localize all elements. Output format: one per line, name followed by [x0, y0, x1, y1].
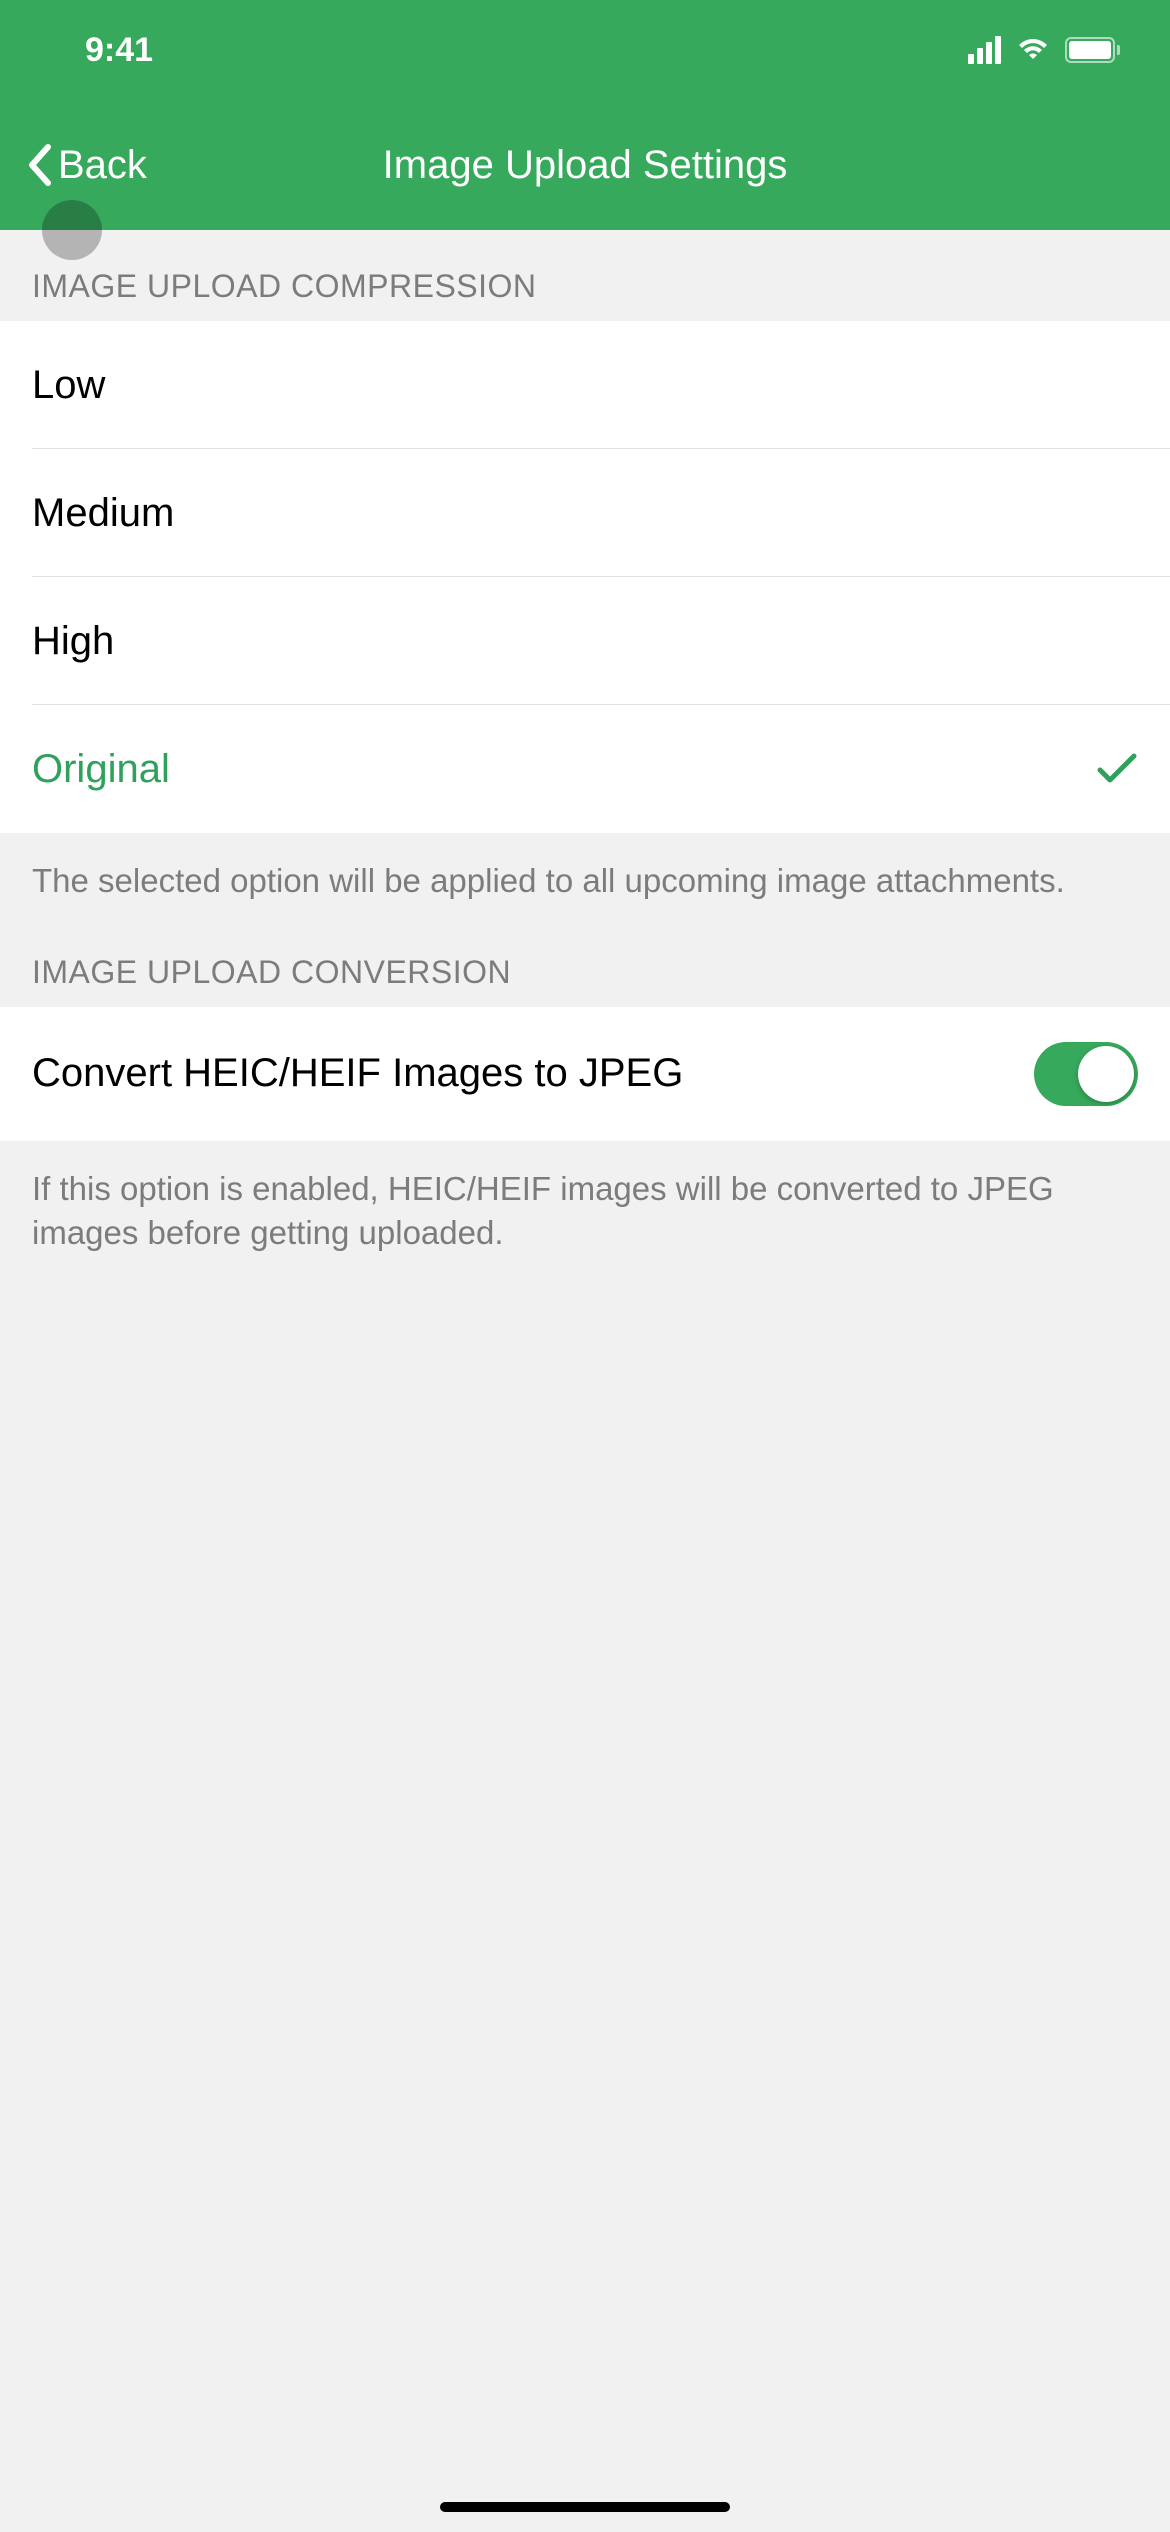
- checkmark-icon: [1096, 750, 1138, 788]
- compression-option-original[interactable]: Original: [0, 705, 1170, 833]
- convert-heic-toggle[interactable]: [1034, 1042, 1138, 1106]
- cellular-icon: [968, 36, 1001, 64]
- compression-option-medium[interactable]: Medium: [0, 449, 1170, 577]
- compression-options-list: Low Medium High Original: [0, 321, 1170, 833]
- back-label: Back: [58, 143, 147, 188]
- section-footer-compression: The selected option will be applied to a…: [0, 833, 1170, 904]
- section-header-conversion: Image Upload Conversion: [0, 904, 1170, 1007]
- section-header-compression: Image Upload Compression: [0, 230, 1170, 321]
- compression-option-low[interactable]: Low: [0, 321, 1170, 449]
- back-button[interactable]: Back: [0, 143, 147, 188]
- home-indicator[interactable]: [440, 2502, 730, 2512]
- battery-icon: [1065, 37, 1120, 63]
- nav-bar: Back Image Upload Settings: [0, 100, 1170, 230]
- chevron-left-icon: [26, 143, 52, 187]
- touch-indicator: [42, 200, 102, 260]
- option-label: Low: [32, 363, 105, 408]
- conversion-list: Convert HEIC/HEIF Images to JPEG: [0, 1007, 1170, 1141]
- option-label: High: [32, 619, 114, 664]
- convert-heic-row[interactable]: Convert HEIC/HEIF Images to JPEG: [0, 1007, 1170, 1141]
- status-bar: 9:41: [0, 0, 1170, 100]
- toggle-label: Convert HEIC/HEIF Images to JPEG: [32, 1051, 683, 1096]
- status-time: 9:41: [85, 31, 153, 70]
- option-label: Medium: [32, 491, 174, 536]
- compression-option-high[interactable]: High: [0, 577, 1170, 705]
- status-icons: [968, 36, 1120, 64]
- section-footer-conversion: If this option is enabled, HEIC/HEIF ima…: [0, 1141, 1170, 1256]
- page-title: Image Upload Settings: [383, 143, 788, 188]
- wifi-icon: [1015, 37, 1051, 63]
- option-label: Original: [32, 747, 170, 792]
